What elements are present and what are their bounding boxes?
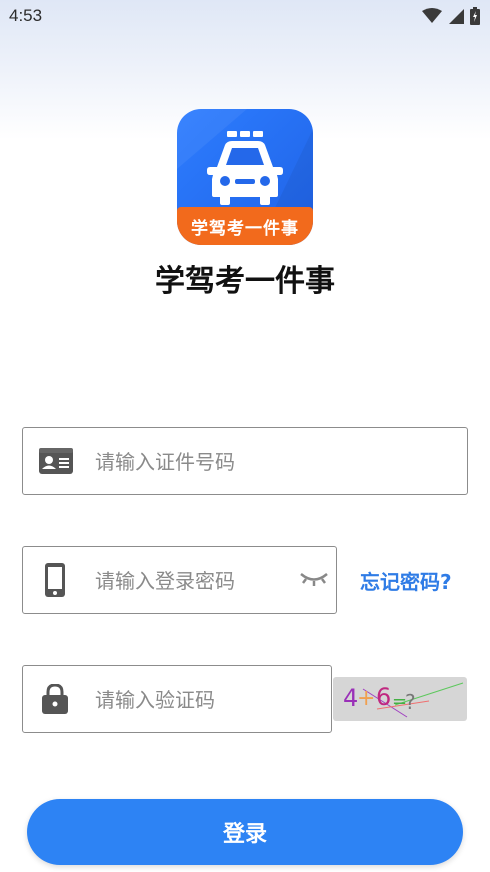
id-number-input[interactable] (93, 428, 327, 496)
battery-icon (470, 7, 480, 25)
eye-closed-icon[interactable] (300, 571, 328, 591)
lock-icon (42, 666, 68, 732)
forgot-password-link[interactable]: 忘记密码? (360, 566, 452, 595)
app-logo: 学驾考一件事 (177, 109, 313, 245)
password-input[interactable] (93, 547, 287, 615)
captcha-input[interactable] (93, 666, 317, 734)
app-title: 学驾考一件事 (155, 264, 335, 299)
captcha-operator: + (357, 686, 376, 711)
status-time: 4:53 (9, 6, 43, 25)
captcha-digit-2: 6 (376, 683, 392, 711)
captcha-field[interactable] (22, 665, 332, 734)
captcha-question: ? (405, 690, 416, 714)
logo-text: 学驾考一件事 (191, 219, 299, 239)
captcha-digit-1: 4 (343, 684, 359, 712)
phone-icon (45, 547, 65, 613)
status-bar: 4:53 (0, 0, 490, 34)
cellular-signal-icon (449, 9, 464, 24)
id-card-icon (39, 428, 73, 494)
id-number-field[interactable] (22, 427, 468, 496)
status-icons (422, 7, 480, 25)
wifi-icon (422, 8, 442, 23)
captcha-image[interactable]: 4 + 6 = ? (333, 677, 467, 721)
login-button[interactable]: 登录 (27, 799, 463, 865)
password-field[interactable] (22, 546, 337, 615)
